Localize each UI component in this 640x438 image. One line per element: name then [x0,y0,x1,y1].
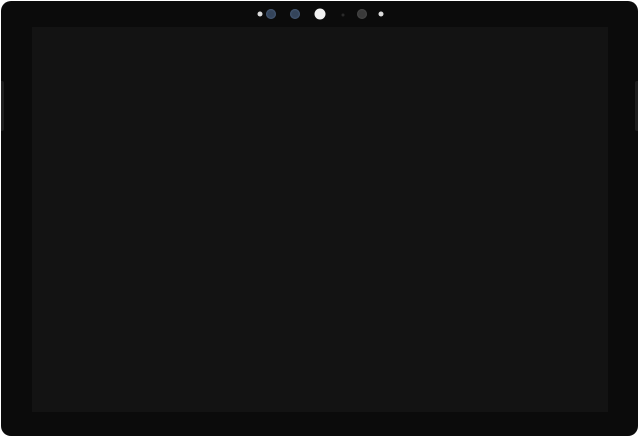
sensor-dot-left-icon [257,11,263,17]
front-camera-icon [357,9,367,19]
sensor-dot-right-icon [378,11,384,17]
tablet-device [1,1,638,436]
right-side-edge [635,81,638,131]
ir-sensor-right-icon [290,9,300,19]
left-side-edge [1,81,4,131]
display-screen [32,27,608,412]
sensor-bar [1,1,638,29]
microphone-dot-icon [341,13,345,17]
ir-sensor-left-icon [266,9,276,19]
ambient-light-icon [314,8,326,20]
